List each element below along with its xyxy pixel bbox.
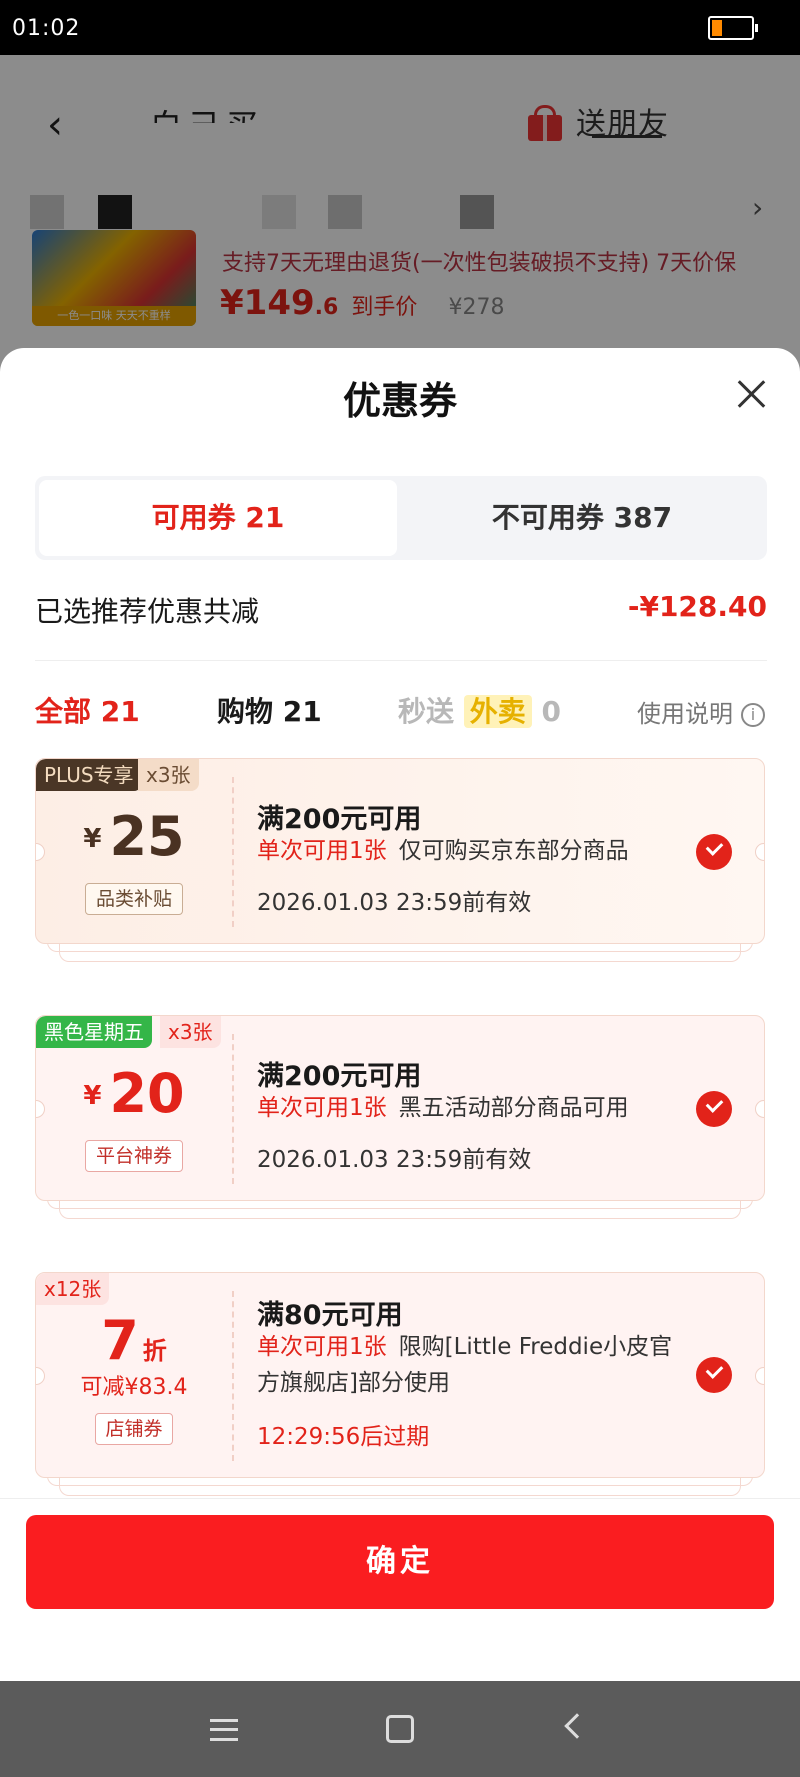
info-icon: i (741, 703, 765, 727)
coupon-sheet: 优惠券 可用券 21 不可用券 387 已选推荐优惠共减 -¥128.40 全部… (0, 348, 800, 1680)
coupon-expiry-countdown: 12:29:56后过期 (257, 1424, 430, 1450)
back-icon[interactable] (564, 1713, 590, 1739)
filter-shopping[interactable]: 购物 21 (217, 690, 322, 730)
coupon-validity: 2026.01.03 23:59前有效 (257, 890, 532, 916)
coupon-tabs: 可用券 21 不可用券 387 (35, 476, 767, 560)
coupon-condition: 满200元可用 (257, 1061, 422, 1092)
summary-value: -¥128.40 (627, 590, 767, 623)
coupon-scope: 单次可用1张 黑五活动部分商品可用 (257, 1095, 629, 1121)
status-bar: 01:02 (0, 0, 800, 55)
menu-icon[interactable] (210, 1719, 238, 1741)
selected-check-icon[interactable] (696, 1357, 732, 1393)
confirm-button[interactable]: 确定 (26, 1515, 774, 1609)
coupon-type-tag: 店铺券 (95, 1413, 173, 1445)
coupon-count: x12张 (36, 1273, 110, 1305)
filter-all[interactable]: 全部 21 (35, 690, 140, 730)
coupon-scope: 单次可用1张 限购[Little Freddie小皮官方旗舰店]部分使用 (257, 1334, 673, 1396)
selected-check-icon[interactable] (696, 834, 732, 870)
coupon-validity: 2026.01.03 23:59前有效 (257, 1147, 532, 1173)
divider (35, 660, 767, 661)
coupon-amount: ¥20 (83, 1062, 185, 1125)
sheet-title: 优惠券 (342, 379, 457, 423)
plus-badge: PLUS专享 (36, 759, 142, 791)
bottom-bar: 确定 (0, 1498, 800, 1681)
summary-label: 已选推荐优惠共减 (35, 595, 260, 628)
coupon-sub-amount: 可减¥83.4 (80, 1375, 188, 1400)
coupon-card[interactable]: 黑色星期五 x3张 ¥20 平台神券 满200元可用 单次可用1张 黑五活动部分商… (35, 1015, 765, 1237)
coupon-filters: 全部 21 购物 21 秒送 外卖 0 使用说明 i (35, 690, 767, 740)
tab-available[interactable]: 可用券 21 (39, 480, 397, 556)
coupon-count: x3张 (160, 1016, 221, 1048)
coupon-count: x3张 (138, 759, 199, 791)
coupon-card[interactable]: PLUS专享 x3张 ¥25 品类补贴 满200元可用 单次可用1张 仅可购买京东… (35, 758, 765, 980)
battery-icon (708, 16, 758, 40)
coupon-amount: ¥25 (83, 805, 185, 868)
coupon-type-tag: 平台神券 (85, 1140, 183, 1172)
coupon-card[interactable]: x12张 7折 可减¥83.4 店铺券 满80元可用 单次可用1张 限购[Litt… (35, 1272, 765, 1496)
filter-fast-delivery[interactable]: 秒送 外卖 0 (398, 690, 561, 730)
black-friday-badge: 黑色星期五 (36, 1016, 152, 1048)
coupon-condition: 满200元可用 (257, 804, 422, 835)
status-time: 01:02 (12, 16, 81, 41)
coupon-scope: 单次可用1张 仅可购买京东部分商品 (257, 838, 629, 864)
coupon-amount: 7折 (101, 1309, 167, 1372)
system-nav-bar (0, 1681, 800, 1777)
close-icon[interactable] (735, 378, 767, 410)
usage-help-link[interactable]: 使用说明 i (637, 694, 765, 729)
coupon-condition: 满80元可用 (257, 1300, 403, 1331)
home-icon[interactable] (386, 1715, 414, 1743)
selected-check-icon[interactable] (696, 1091, 732, 1127)
coupon-type-tag: 品类补贴 (85, 883, 183, 915)
tab-unavailable[interactable]: 不可用券 387 (401, 480, 763, 556)
takeout-tag: 外卖 (463, 695, 532, 728)
discount-summary: 已选推荐优惠共减 -¥128.40 (35, 590, 767, 630)
